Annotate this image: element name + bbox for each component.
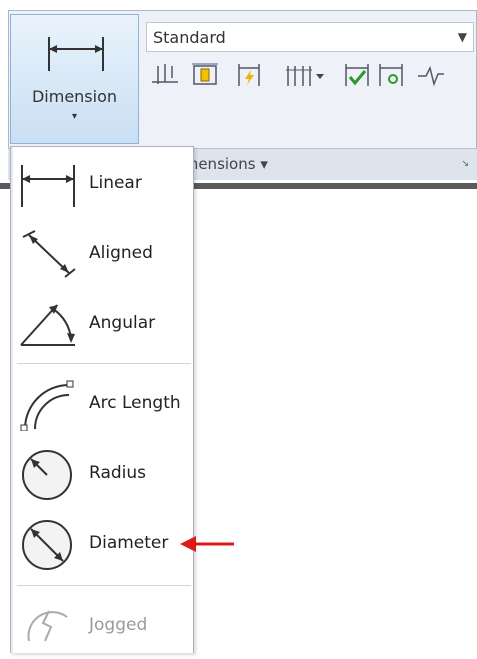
divider: [11, 147, 13, 653]
menu-item-label: Aligned: [89, 243, 153, 263]
divider: [17, 363, 191, 364]
linear-dimension-icon: [21, 165, 75, 207]
dropdown-arrow-icon[interactable]: ▼: [458, 30, 467, 44]
check-dimension-icon[interactable]: [342, 60, 372, 90]
radius-icon: [22, 450, 72, 500]
chevron-down-icon[interactable]: [314, 60, 326, 90]
divider: [17, 585, 191, 586]
linear-dimension-icon: [48, 37, 104, 71]
dimension-button-label: Dimension: [31, 87, 118, 106]
jogged-linear-icon[interactable]: [416, 60, 446, 90]
quick-dimension-icon[interactable]: [150, 60, 180, 90]
diameter-icon: [22, 520, 72, 570]
dimension-style-select[interactable]: Standard ▼: [146, 22, 474, 52]
chevron-down-icon[interactable]: ▾: [11, 111, 138, 122]
reassociate-dimension-icon[interactable]: [376, 60, 406, 90]
menu-item-label: Linear: [89, 173, 142, 193]
menu-item-label: Diameter: [89, 533, 169, 553]
annotation-arrow-icon: [180, 536, 234, 552]
angular-dimension-icon: [20, 304, 75, 346]
menu-item-label: Angular: [89, 313, 156, 333]
menu-item-label: Arc Length: [89, 393, 181, 413]
dimension-split-button[interactable]: Dimension ▾: [10, 14, 139, 144]
aligned-dimension-icon: [22, 230, 76, 278]
arc-length-icon: [20, 380, 74, 431]
dimension-text-icon[interactable]: [190, 60, 220, 90]
menu-item-label: Jogged: [89, 615, 148, 635]
menu-item-angular[interactable]: Angular: [15, 293, 191, 357]
menu-item-linear[interactable]: Linear: [15, 153, 191, 217]
dimension-dropdown-menu: Linear Aligned Angular Arc Length Radius…: [10, 146, 194, 653]
menu-item-jogged[interactable]: Jogged: [15, 595, 191, 659]
menu-item-radius[interactable]: Radius: [15, 443, 191, 507]
menu-item-diameter[interactable]: Diameter: [15, 513, 191, 577]
dimension-style-value: Standard: [153, 28, 226, 47]
dialog-launcher-icon[interactable]: ↘: [461, 159, 469, 169]
menu-item-aligned[interactable]: Aligned: [15, 223, 191, 287]
menu-item-label: Radius: [89, 463, 147, 483]
dimension-toolbar: [146, 60, 476, 96]
dimension-space-icon[interactable]: [284, 60, 314, 90]
menu-item-arc-length[interactable]: Arc Length: [15, 373, 191, 437]
jogged-icon: [27, 610, 68, 642]
dimension-update-icon[interactable]: [234, 60, 264, 90]
